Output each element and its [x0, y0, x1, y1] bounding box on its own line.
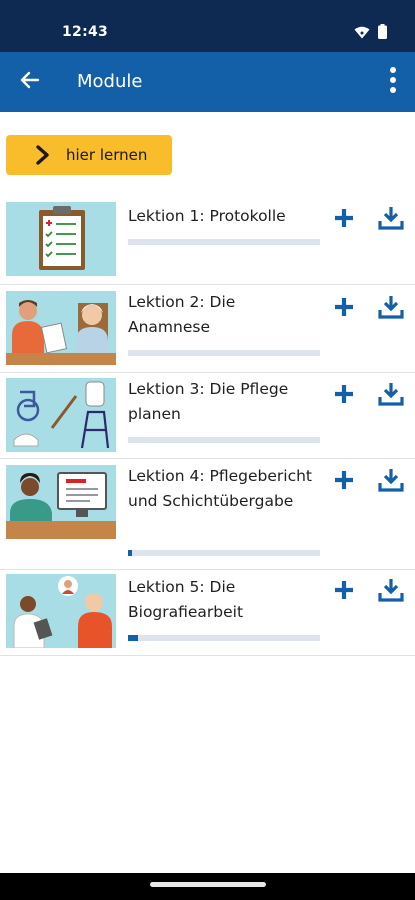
- plus-icon: [332, 209, 356, 234]
- download-button[interactable]: [378, 294, 404, 320]
- lesson-progress: [128, 635, 320, 641]
- system-navigation-bar: [0, 873, 415, 900]
- add-button[interactable]: [332, 295, 356, 319]
- plus-icon: [332, 581, 356, 606]
- status-time: 12:43: [62, 24, 109, 40]
- care-equipment-illustration: [6, 378, 116, 452]
- plus-icon: [332, 471, 356, 496]
- add-button[interactable]: [332, 578, 356, 602]
- status-icons: [354, 24, 387, 43]
- learn-here-label: hier lernen: [66, 146, 148, 164]
- lesson-title: Lektion 1: Protokolle: [128, 207, 286, 225]
- plus-icon: [332, 385, 356, 410]
- clipboard-checklist-illustration: [6, 202, 116, 276]
- add-button[interactable]: [332, 206, 356, 230]
- lesson-progress: [128, 550, 320, 556]
- download-icon: [378, 207, 404, 235]
- home-gesture-handle[interactable]: [150, 882, 266, 887]
- battery-icon: [378, 24, 387, 43]
- wifi-icon: [354, 24, 370, 43]
- more-vertical-icon: [390, 67, 396, 97]
- add-button[interactable]: [332, 382, 356, 406]
- lesson-title: Lektion 3: Die Pflege planen: [128, 380, 289, 423]
- lesson-item[interactable]: Lektion 1: Protokolle: [0, 196, 415, 285]
- lesson-item[interactable]: Lektion 4: Pflegebericht und Schichtüber…: [0, 459, 415, 570]
- overflow-menu-button[interactable]: [381, 66, 405, 98]
- biography-conversation-illustration: [6, 574, 116, 648]
- nurse-at-computer-illustration: [6, 465, 116, 539]
- status-bar: 12:43: [0, 0, 415, 52]
- app-bar: Module: [0, 52, 415, 112]
- lesson-item[interactable]: Lektion 5: Die Biografiearbeit: [0, 570, 415, 656]
- lesson-progress: [128, 239, 320, 245]
- add-button[interactable]: [332, 468, 356, 492]
- lesson-item[interactable]: Lektion 3: Die Pflege planen: [0, 373, 415, 459]
- lesson-progress: [128, 350, 320, 356]
- download-icon: [378, 296, 404, 324]
- download-icon: [378, 383, 404, 411]
- plus-icon: [332, 298, 356, 323]
- nurse-interviewing-patient-illustration: [6, 291, 116, 365]
- lesson-item[interactable]: Lektion 2: Die Anamnese: [0, 285, 415, 373]
- lesson-title: Lektion 2: Die Anamnese: [128, 293, 236, 336]
- download-icon: [378, 469, 404, 497]
- lesson-title: Lektion 5: Die Biografiearbeit: [128, 578, 244, 621]
- page-title: Module: [77, 71, 143, 92]
- lesson-progress: [128, 437, 320, 443]
- learn-here-button[interactable]: hier lernen: [6, 135, 172, 175]
- download-button[interactable]: [378, 205, 404, 231]
- chevron-right-icon: [32, 144, 52, 170]
- arrow-left-icon: [20, 70, 40, 94]
- back-button[interactable]: [14, 66, 46, 98]
- lesson-title: Lektion 4: Pflegebericht und Schichtüber…: [128, 467, 313, 510]
- download-button[interactable]: [378, 381, 404, 407]
- download-button[interactable]: [378, 467, 404, 493]
- download-icon: [378, 579, 404, 607]
- download-button[interactable]: [378, 577, 404, 603]
